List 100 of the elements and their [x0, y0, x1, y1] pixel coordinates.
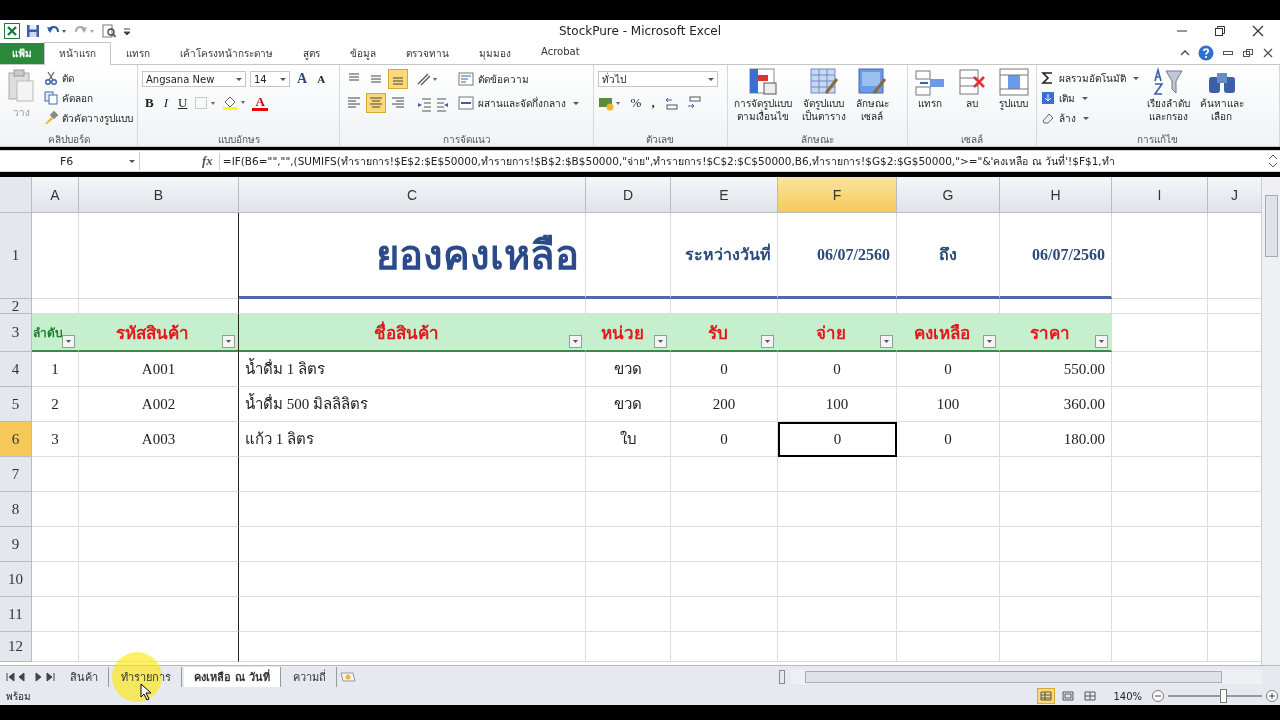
row-header[interactable]: 6 [0, 422, 32, 457]
table-cell[interactable]: A002 [79, 387, 239, 422]
name-box[interactable]: F6 [0, 152, 140, 170]
table-cell[interactable] [79, 527, 239, 562]
column-header[interactable]: G [897, 177, 1000, 213]
table-cell[interactable]: 0 [778, 422, 897, 457]
formula-field[interactable]: =IF(B6="","",(SUMIFS(ทำรายการ!$E$2:$E$50000,ทำรายการ!$B$2:$B$50000,"จ่าย",ทำรายการ!$C$2:$C$50000,B6,ทำรายการ!$G$2:$G$50000,">="&'คงเหลือ ณ วันที่'!$F$1,ทำ [218, 152, 1260, 170]
ribbon-button[interactable]: ค้นหาและ เลือก [1197, 67, 1246, 123]
filter-button[interactable] [880, 335, 893, 348]
table-cell[interactable]: 0 [897, 422, 1000, 457]
column-header[interactable]: D [586, 177, 671, 213]
ribbon-tab[interactable]: สูตร [288, 42, 335, 64]
ribbon-button[interactable]: คัดลอก [44, 90, 133, 106]
row-header[interactable]: 8 [0, 492, 32, 527]
shrink-font-button[interactable]: A [314, 71, 329, 87]
table-cell[interactable] [79, 597, 239, 632]
row-header[interactable]: 3 [0, 314, 32, 352]
ribbon-button[interactable]: จัดรูปแบบ เป็นตาราง [799, 67, 848, 123]
table-cell[interactable]: 3 [32, 422, 79, 457]
vertical-scrollbar[interactable] [1261, 177, 1280, 665]
date-cell[interactable]: 06/07/2560 [778, 213, 897, 299]
wrap-text-button[interactable]: ตัดข้อความ [458, 71, 580, 87]
ribbon-button[interactable]: ลบ [953, 67, 990, 110]
header-cell[interactable]: หน่วย [586, 314, 671, 352]
row-header[interactable]: 5 [0, 387, 32, 422]
column-header[interactable]: A [32, 177, 79, 213]
row-header[interactable]: 1 [0, 213, 32, 299]
restore-icon[interactable] [1242, 48, 1254, 58]
ribbon-button[interactable]: แทรก [911, 67, 948, 110]
ribbon-tab[interactable]: ข้อมูล [335, 42, 391, 64]
table-cell[interactable] [79, 457, 239, 492]
select-all-button[interactable] [0, 177, 32, 213]
insert-function-button[interactable]: fx [202, 153, 213, 169]
filter-button[interactable] [983, 335, 996, 348]
align-button[interactable] [366, 93, 387, 113]
save-icon[interactable] [26, 24, 40, 38]
zoom-level[interactable]: 140% [1113, 690, 1142, 702]
column-header[interactable]: J [1208, 177, 1261, 213]
bold-button[interactable]: B [142, 95, 157, 111]
sheet-tab[interactable]: สินค้า [60, 666, 109, 687]
to-label[interactable]: ถึง [897, 213, 1000, 299]
new-sheet-icon[interactable] [338, 670, 357, 683]
row-header[interactable]: 10 [0, 562, 32, 597]
close-icon[interactable] [1252, 25, 1264, 37]
table-cell[interactable]: น้ำดื่ม 1 ลิตร [239, 352, 586, 387]
expand-icon[interactable] [1266, 152, 1280, 170]
ribbon-button[interactable]: ลักษณะ เซลล์ [853, 67, 891, 123]
column-header[interactable]: B [79, 177, 239, 213]
font-color-button[interactable]: A [252, 95, 268, 111]
table-cell[interactable]: A001 [79, 352, 239, 387]
table-cell[interactable]: แก้ว 1 ลิตร [239, 422, 586, 457]
merge-center-button[interactable]: ผสานและจัดกึ่งกลาง [458, 95, 580, 111]
ribbon-button[interactable]: ตัวคัดวางรูปแบบ [44, 110, 133, 126]
sheet-tab[interactable]: ความถี่ [282, 666, 337, 687]
filter-button[interactable] [761, 335, 774, 348]
row-header[interactable]: 2 [0, 299, 32, 314]
file-tab[interactable]: แฟ้ม [0, 43, 44, 64]
number-format-dropdown[interactable]: ทั่วไป [597, 71, 718, 87]
ribbon-tab[interactable]: ตรวจทาน [391, 42, 464, 64]
table-cell[interactable]: 550.00 [1000, 352, 1112, 387]
table-cell[interactable]: น้ำดื่ม 500 มิลลิลิตร [239, 387, 586, 422]
table-cell[interactable]: 100 [897, 387, 1000, 422]
table-cell[interactable]: 0 [778, 352, 897, 387]
ribbon-tab[interactable]: มุมมอง [464, 42, 526, 64]
row-header[interactable]: 11 [0, 597, 32, 632]
header-cell[interactable]: ราคา [1000, 314, 1112, 352]
ribbon-tab[interactable]: Acrobat [526, 42, 595, 64]
minimize-icon[interactable] [1222, 48, 1234, 58]
ribbon-button[interactable]: ผลรวมอัตโนมัติ [1040, 70, 1139, 86]
font-name-dropdown[interactable]: Angsana New [142, 71, 246, 87]
row-header[interactable]: 9 [0, 527, 32, 562]
horizontal-scrollbar[interactable] [790, 669, 1262, 684]
align-button[interactable] [388, 69, 409, 89]
percent-button[interactable]: % [627, 95, 645, 111]
ribbon-button[interactable]: เรียงลำดับ และกรอง [1144, 67, 1192, 123]
ribbon-button[interactable]: รูปแบบ [995, 67, 1032, 110]
column-header[interactable]: H [1000, 177, 1112, 213]
table-cell[interactable]: ขวด [586, 387, 671, 422]
collapse-ribbon-icon[interactable] [1180, 48, 1190, 58]
ribbon-tab[interactable]: เค้าโครงหน้ากระดาษ [165, 42, 288, 64]
table-cell[interactable]: A003 [79, 422, 239, 457]
sheet-navigation-icon[interactable] [4, 670, 58, 683]
header-cell[interactable]: ลำดับ [32, 314, 79, 352]
table-cell[interactable] [79, 562, 239, 597]
date-cell[interactable]: 06/07/2560 [1000, 213, 1112, 299]
column-header[interactable]: F [778, 177, 897, 213]
grow-font-button[interactable]: A [294, 71, 311, 87]
table-cell[interactable]: 100 [778, 387, 897, 422]
view-button[interactable] [1037, 688, 1056, 704]
table-cell[interactable]: 200 [671, 387, 778, 422]
comma-button[interactable]: , [648, 95, 658, 111]
column-header[interactable]: C [239, 177, 586, 213]
help-icon[interactable] [1198, 45, 1214, 61]
column-header[interactable]: I [1112, 177, 1208, 213]
header-cell[interactable]: ชื่อสินค้า [239, 314, 586, 352]
table-cell[interactable]: 2 [32, 387, 79, 422]
table-cell[interactable] [79, 632, 239, 662]
table-cell[interactable] [79, 492, 239, 527]
ribbon-tab[interactable]: แทรก [111, 42, 165, 64]
table-cell[interactable]: 0 [897, 352, 1000, 387]
